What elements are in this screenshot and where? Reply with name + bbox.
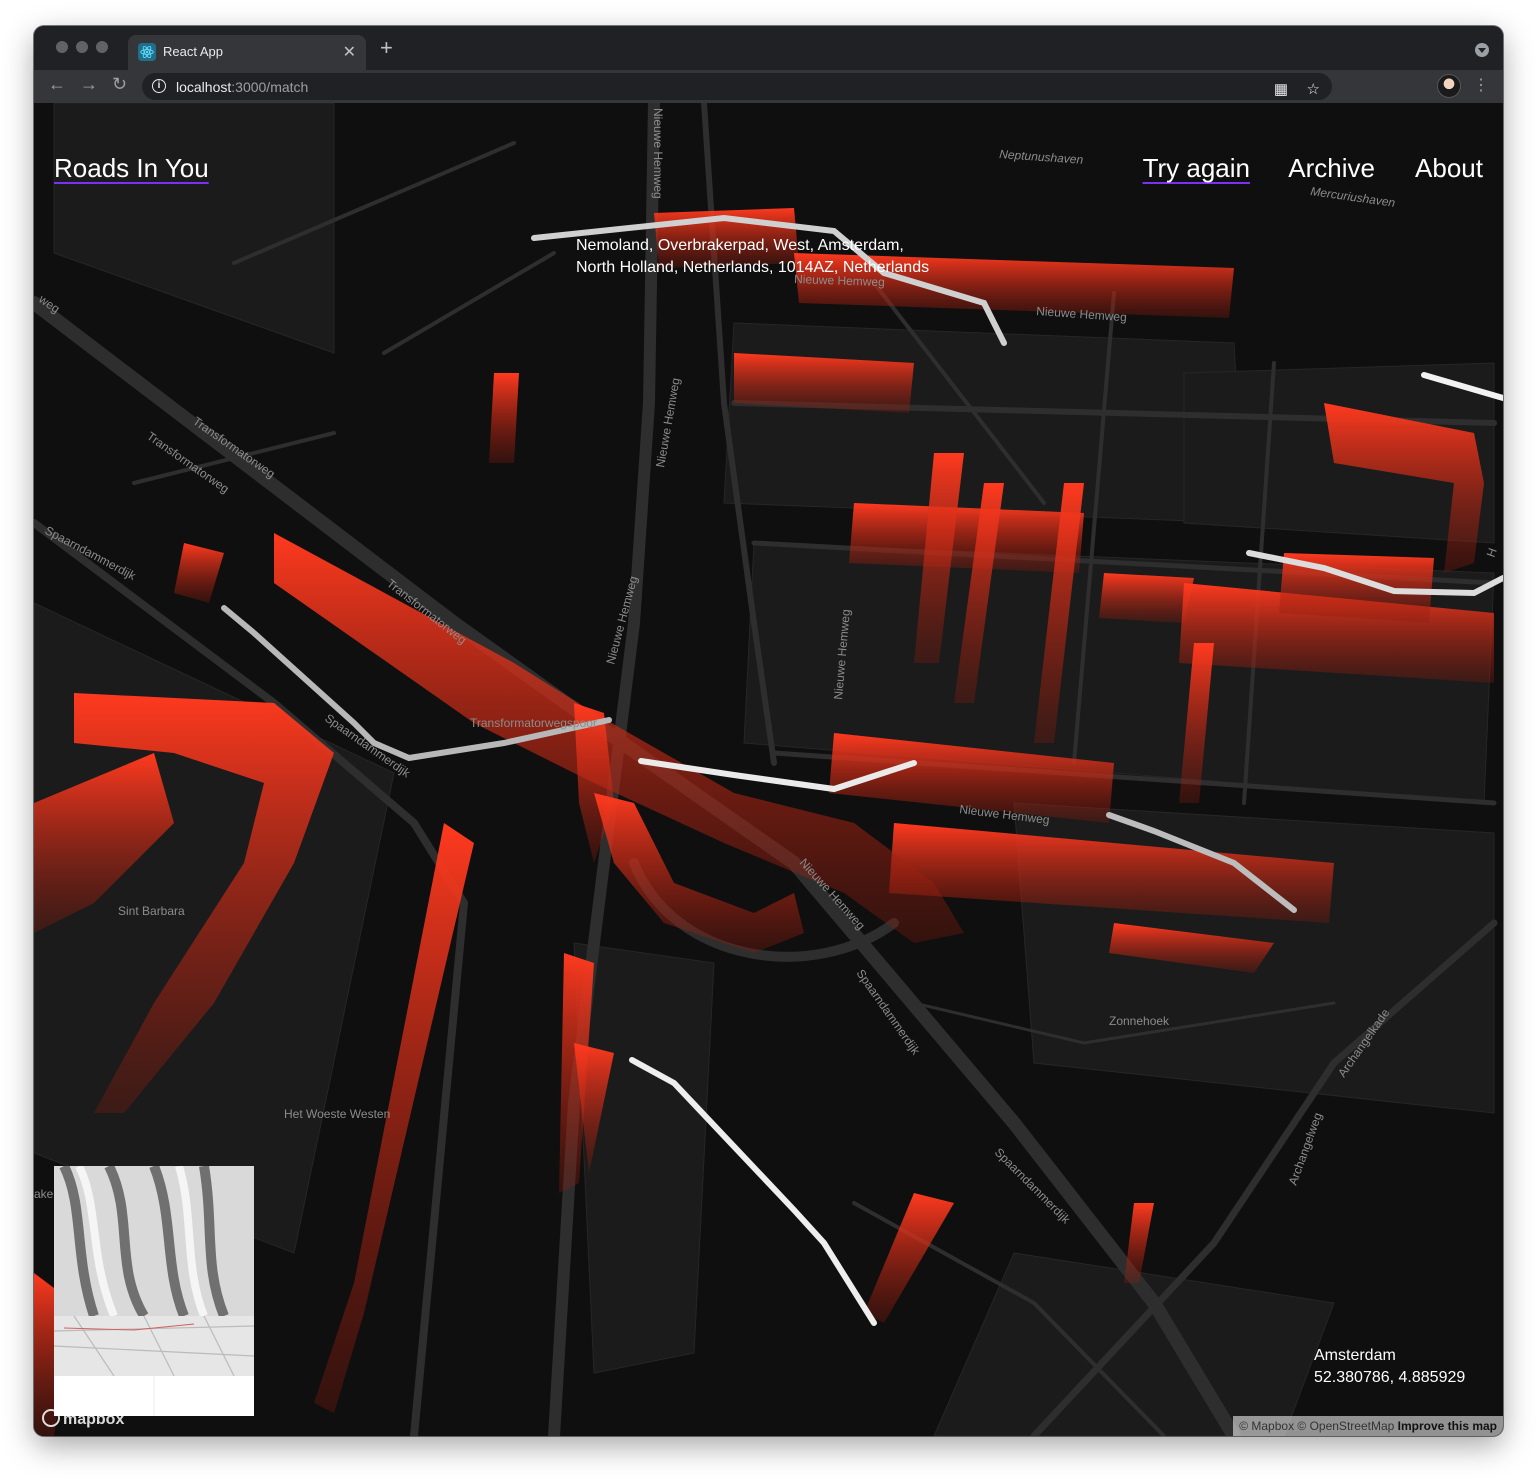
attribution-text[interactable]: © Mapbox © OpenStreetMap [1239, 1419, 1394, 1433]
browser-toolbar: ← → ↻ i localhost:3000/match ▦ ☆ ⋮ [34, 70, 1503, 103]
browser-tab[interactable]: React App ✕ [128, 35, 366, 70]
url-path: :3000/match [231, 79, 309, 95]
improve-map-link[interactable]: Improve this map [1398, 1419, 1497, 1433]
minimap-thumbnail [54, 1166, 254, 1416]
map-label-zonnehoek: Zonnehoek [1109, 1014, 1170, 1028]
brand-link[interactable]: Roads In You [54, 153, 209, 184]
info-icon[interactable]: i [152, 79, 166, 93]
mapbox-logo-text: mapbox [63, 1411, 125, 1428]
mapbox-logo-icon [42, 1409, 60, 1427]
map-viewport[interactable]: Neptunushaven Mercuriushaven Nieuwe Hemw… [34, 103, 1503, 1436]
mapbox-logo[interactable]: mapbox [42, 1409, 124, 1429]
location-readout: Amsterdam 52.380786, 4.885929 [1314, 1345, 1465, 1389]
map-label-transformatorwegspoor: Transformatorwegspoor [470, 716, 597, 730]
map-label-ake-fragment: ake [34, 1187, 54, 1201]
map-attribution: © Mapbox © OpenStreetMap Improve this ma… [1233, 1416, 1503, 1436]
address-label: Nemoland, Overbrakerpad, West, Amsterdam… [576, 235, 996, 279]
city-name: Amsterdam [1314, 1347, 1396, 1364]
map-label-sint-barbara: Sint Barbara [118, 904, 185, 918]
window-close-dot[interactable] [56, 41, 68, 53]
nav-about[interactable]: About [1415, 153, 1483, 184]
qr-code-icon[interactable]: ▦ [1274, 80, 1288, 98]
nav-archive[interactable]: Archive [1288, 153, 1375, 184]
coordinates: 52.380786, 4.885929 [1314, 1369, 1466, 1386]
tab-search-icon[interactable] [1475, 43, 1489, 57]
tab-title: React App [163, 44, 223, 59]
map-label-het-woeste-westen: Het Woeste Westen [284, 1107, 390, 1121]
nav-try-again[interactable]: Try again [1143, 153, 1250, 184]
browser-window: React App ✕ + ← → ↻ i localhost:3000/mat… [34, 26, 1503, 1436]
window-zoom-dot[interactable] [96, 41, 108, 53]
address-bar[interactable]: i localhost:3000/match ▦ ☆ [142, 73, 1332, 100]
url-host: localhost [176, 79, 232, 95]
react-icon [138, 43, 156, 61]
tab-strip: React App ✕ + [34, 26, 1503, 70]
map-canvas[interactable]: Neptunushaven Mercuriushaven Nieuwe Hemw… [34, 103, 1503, 1436]
menu-kebab-icon[interactable]: ⋮ [1473, 75, 1489, 95]
bookmark-star-icon[interactable]: ☆ [1307, 80, 1320, 98]
tab-close-icon[interactable]: ✕ [343, 42, 356, 62]
address-line-1: Nemoland, Overbrakerpad, West, Amsterdam… [576, 237, 904, 254]
window-minimize-dot[interactable] [76, 41, 88, 53]
address-line-2: North Holland, Netherlands, 1014AZ, Neth… [576, 259, 930, 276]
avatar[interactable] [1437, 74, 1461, 98]
minimap-image [54, 1166, 254, 1416]
back-icon[interactable]: ← [48, 74, 66, 95]
map-label-nieuwe-hemweg-1: Nieuwe Hemweg [651, 108, 665, 199]
url-text[interactable]: localhost:3000/match [176, 79, 308, 95]
new-tab-icon[interactable]: + [380, 37, 393, 59]
reload-icon[interactable]: ↻ [112, 74, 127, 95]
forward-icon[interactable]: → [80, 74, 98, 95]
